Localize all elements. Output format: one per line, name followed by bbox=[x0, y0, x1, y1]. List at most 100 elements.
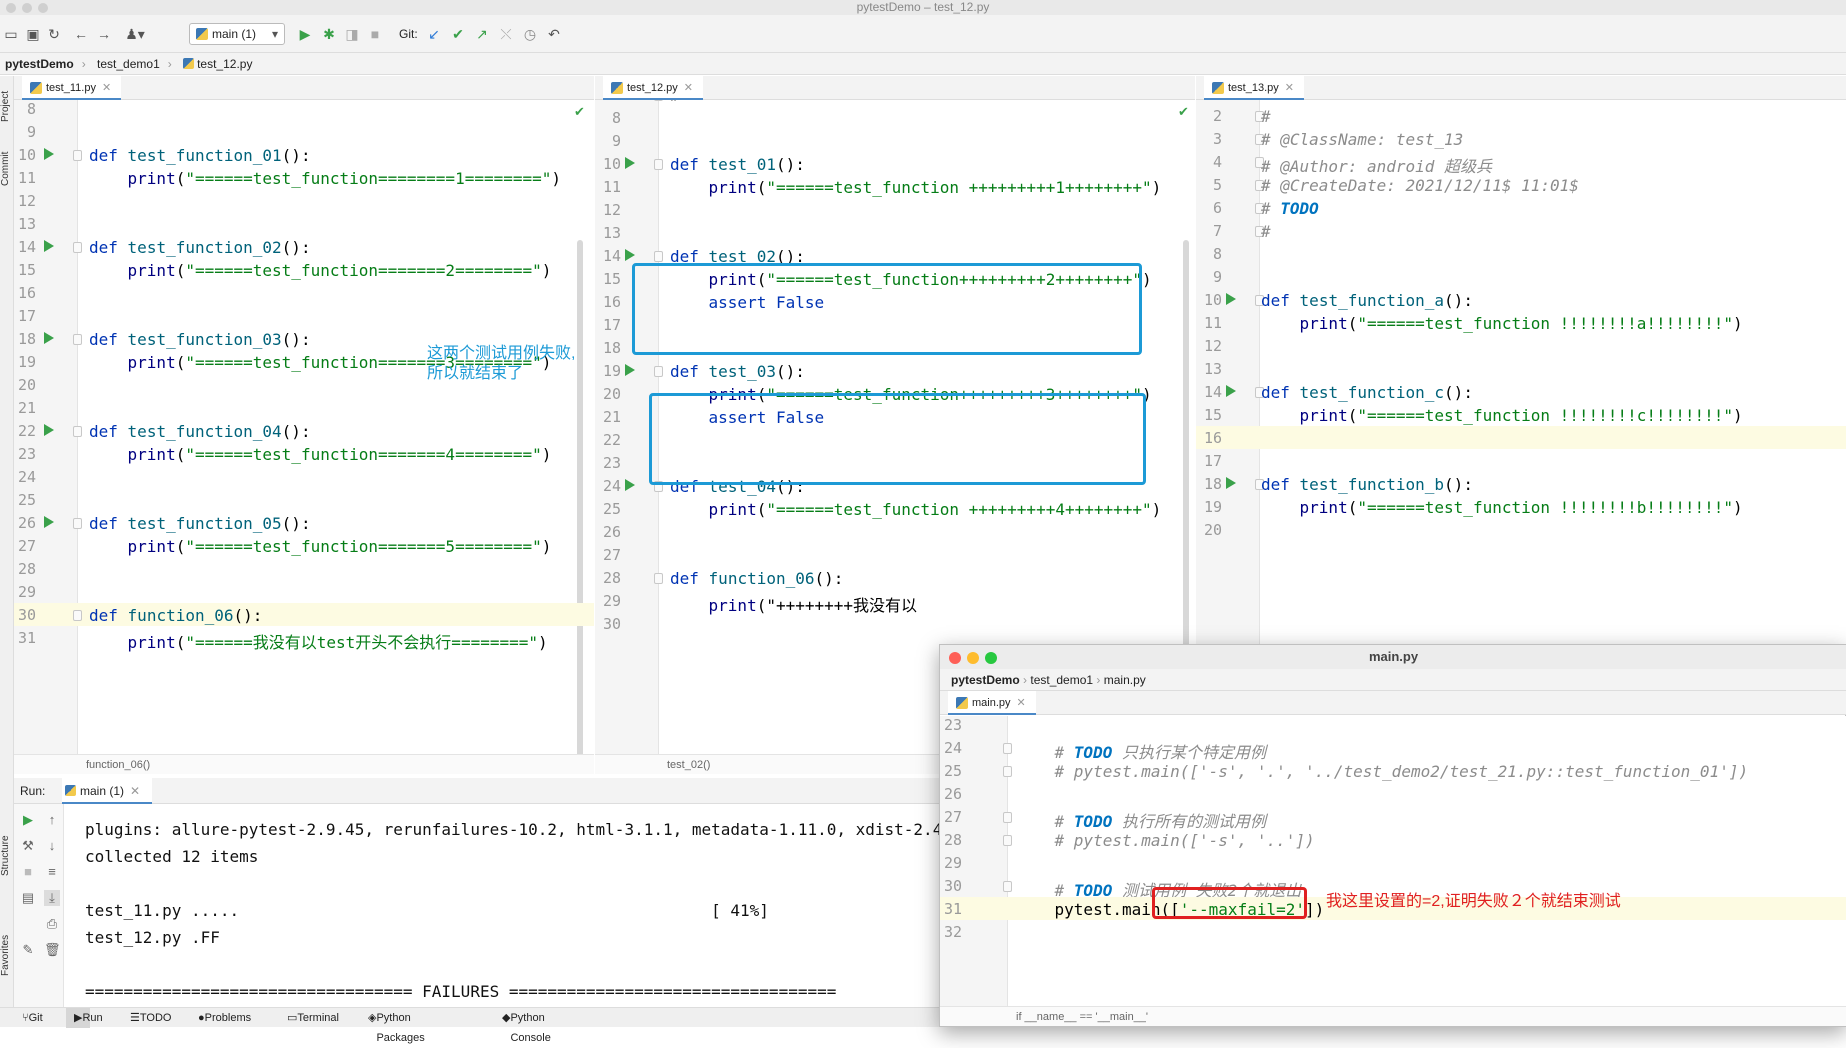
scrollbar[interactable] bbox=[577, 240, 583, 754]
git-commit-icon[interactable]: ✔ bbox=[449, 25, 467, 43]
run-console-output[interactable]: plugins: allure-pytest-2.9.45, rerunfail… bbox=[85, 816, 942, 1005]
popup-breadcrumb-folder[interactable]: test_demo1 bbox=[1030, 673, 1093, 687]
fold-marker-icon[interactable] bbox=[73, 518, 82, 529]
run-test-icon[interactable] bbox=[625, 479, 635, 491]
forward-icon[interactable]: → bbox=[95, 25, 113, 43]
run-tab-main[interactable]: main (1) ✕ bbox=[62, 778, 153, 804]
line-number: 28 bbox=[17, 560, 36, 578]
soft-wrap-icon[interactable]: ≡ bbox=[44, 864, 60, 880]
close-icon[interactable]: ✕ bbox=[684, 82, 693, 94]
run-test-icon[interactable] bbox=[625, 364, 635, 376]
run-test-icon[interactable] bbox=[1226, 385, 1236, 397]
editor-pane-test-11[interactable]: ✔ 8 9 10 def test_function_01(): 11 print("=… bbox=[14, 100, 594, 754]
close-icon[interactable]: ✕ bbox=[1017, 697, 1026, 709]
git-merge-icon[interactable]: ⤬ bbox=[497, 25, 515, 43]
save-icon[interactable]: ▣ bbox=[24, 25, 42, 43]
tool-tab-python-packages[interactable]: ◈ Python Packages bbox=[368, 1008, 425, 1044]
run-test-icon[interactable] bbox=[44, 148, 54, 160]
tab-test-12[interactable]: test_12.py ✕ bbox=[603, 76, 703, 100]
close-icon[interactable]: ✕ bbox=[130, 784, 140, 798]
tool-tab-terminal[interactable]: ▭ Terminal bbox=[287, 1008, 339, 1028]
trash-icon[interactable]: 🗑 bbox=[44, 942, 61, 958]
breadcrumb-file[interactable]: test_12.py bbox=[197, 57, 252, 71]
run-test-icon[interactable] bbox=[625, 157, 635, 169]
commit-tool-tab[interactable]: Commit bbox=[0, 152, 11, 186]
fold-marker-icon[interactable] bbox=[1003, 743, 1012, 754]
rerun-icon[interactable]: ▶ bbox=[20, 812, 36, 828]
tool-tab-git[interactable]: ⑂ Git bbox=[22, 1008, 43, 1028]
code-line: def test_function_a(): bbox=[1261, 291, 1473, 310]
fold-marker-icon[interactable] bbox=[73, 610, 82, 621]
print-icon[interactable]: ⎙ bbox=[44, 916, 60, 932]
stop-icon[interactable]: ■ bbox=[366, 25, 384, 43]
editor-pane-test-13[interactable]: 1 #2 #3 # @ClassName: test_13 4 # @Author: an… bbox=[1196, 100, 1846, 660]
close-window-icon[interactable] bbox=[949, 652, 961, 664]
fold-marker-icon[interactable] bbox=[73, 242, 82, 253]
fold-marker-icon[interactable] bbox=[654, 251, 663, 262]
back-icon[interactable]: ← bbox=[72, 25, 90, 43]
run-test-icon[interactable] bbox=[44, 424, 54, 436]
project-tool-tab[interactable]: Project bbox=[0, 91, 11, 122]
down-icon[interactable]: ↓ bbox=[44, 838, 60, 854]
breadcrumb-project[interactable]: pytestDemo bbox=[5, 57, 74, 71]
editor-pane-main-py[interactable]: 23 24 # TODO 只执行某个特定用例 25 # pytest.main(['… bbox=[940, 716, 1846, 1006]
code-line: def function_06(): bbox=[89, 606, 263, 625]
user-icon[interactable]: ♟▾ bbox=[122, 25, 148, 43]
popup-breadcrumb-file[interactable]: main.py bbox=[1104, 673, 1146, 687]
fold-marker-icon[interactable] bbox=[1003, 812, 1012, 823]
tab-test-11[interactable]: test_11.py ✕ bbox=[22, 76, 122, 100]
debug-icon[interactable]: ✱ bbox=[320, 25, 338, 43]
stop-icon[interactable]: ■ bbox=[20, 864, 36, 880]
fold-marker-icon[interactable] bbox=[73, 150, 82, 161]
tool-tab-problems-label: Problems bbox=[204, 1012, 252, 1024]
run-test-icon[interactable] bbox=[44, 516, 54, 528]
fold-marker-icon[interactable] bbox=[654, 100, 663, 101]
fold-marker-icon[interactable] bbox=[73, 426, 82, 437]
fold-marker-icon[interactable] bbox=[1003, 881, 1012, 892]
code-line: print("======test_function !!!!!!!!b!!!!… bbox=[1299, 498, 1743, 517]
git-update-icon[interactable]: ↙ bbox=[425, 25, 443, 43]
run-test-icon[interactable] bbox=[44, 332, 54, 344]
maximize-window-icon[interactable] bbox=[985, 652, 997, 664]
structure-tool-tab[interactable]: Structure bbox=[0, 835, 11, 876]
fold-marker-icon[interactable] bbox=[1003, 835, 1012, 846]
current-line-highlight bbox=[1196, 426, 1846, 449]
fold-marker-icon[interactable] bbox=[1003, 766, 1012, 777]
breadcrumb-folder[interactable]: test_demo1 bbox=[97, 57, 160, 71]
favorites-tool-tab[interactable]: Favorites bbox=[0, 935, 11, 976]
code-line: print("======我没有以test开头不会执行========") bbox=[127, 633, 548, 652]
history-icon[interactable]: ◷ bbox=[521, 25, 539, 43]
close-icon[interactable]: ✕ bbox=[102, 82, 111, 94]
tab-test-13[interactable]: test_13.py ✕ bbox=[1204, 76, 1304, 100]
close-icon[interactable]: ✕ bbox=[1285, 82, 1294, 94]
tool-tab-todo[interactable]: ☰ TODO bbox=[130, 1008, 171, 1028]
rollback-icon[interactable]: ↶ bbox=[545, 25, 563, 43]
minimize-window-icon[interactable] bbox=[967, 652, 979, 664]
sync-icon[interactable]: ↻ bbox=[45, 25, 63, 43]
pin-icon[interactable]: ✎ bbox=[20, 942, 36, 958]
git-push-icon[interactable]: ↗ bbox=[473, 25, 491, 43]
run-test-icon[interactable] bbox=[44, 240, 54, 252]
layout-icon[interactable]: ▤ bbox=[20, 890, 36, 906]
coverage-icon[interactable]: ◨ bbox=[343, 25, 361, 43]
branch-selector[interactable]: main (1) ▾ bbox=[189, 23, 285, 45]
annotation-line-1: 这两个测试用例失败, bbox=[427, 345, 576, 362]
scroll-to-end-icon[interactable]: ⤓ bbox=[44, 890, 60, 906]
run-test-icon[interactable] bbox=[1226, 477, 1236, 489]
tool-tab-python-console[interactable]: ◆ Python Console bbox=[502, 1008, 551, 1044]
run-test-icon[interactable] bbox=[1226, 293, 1236, 305]
up-icon[interactable]: ↑ bbox=[44, 812, 60, 828]
folder-open-icon[interactable]: ▭ bbox=[2, 25, 20, 43]
tool-tab-problems[interactable]: ● Problems bbox=[198, 1008, 251, 1028]
run-test-icon[interactable] bbox=[625, 249, 635, 261]
fold-marker-icon[interactable] bbox=[654, 366, 663, 377]
line-number: 5 bbox=[1212, 176, 1222, 194]
fold-marker-icon[interactable] bbox=[654, 573, 663, 584]
tool-tab-run[interactable]: ▶ Run bbox=[66, 1008, 103, 1028]
fold-marker-icon[interactable] bbox=[73, 334, 82, 345]
popup-breadcrumb-project[interactable]: pytestDemo bbox=[951, 673, 1020, 687]
wrench-icon[interactable]: ⚒ bbox=[20, 838, 36, 854]
fold-marker-icon[interactable] bbox=[654, 159, 663, 170]
run-icon[interactable]: ▶ bbox=[296, 25, 314, 43]
tab-main-py[interactable]: main.py ✕ bbox=[948, 691, 1036, 715]
